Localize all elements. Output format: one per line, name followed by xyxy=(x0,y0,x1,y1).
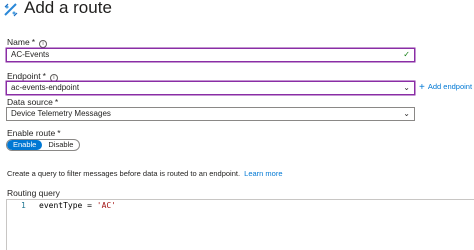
code-text: eventType = 'AC' xyxy=(39,201,116,211)
data-source-label-text: Data source xyxy=(7,97,53,107)
endpoint-label-text: Endpoint xyxy=(7,71,41,81)
enable-route-label-text: Enable route xyxy=(7,128,56,138)
routing-query-editor[interactable]: 1 eventType = 'AC' xyxy=(6,199,474,250)
query-help-text: Create a query to filter messages before… xyxy=(7,169,283,179)
endpoint-select-value: ac-events-endpoint xyxy=(11,83,80,92)
chevron-down-icon: ⌄ xyxy=(403,109,410,118)
required-marker: * xyxy=(54,97,59,107)
line-number: 1 xyxy=(21,201,26,210)
data-source-select-value: Device Telemetry Messages xyxy=(11,109,111,118)
valid-check-icon: ✓ xyxy=(403,50,410,59)
help-text: Create a query to filter messages before… xyxy=(7,169,241,178)
required-marker: * xyxy=(42,71,46,81)
code-key: eventType = xyxy=(39,201,97,210)
name-input[interactable]: AC-Events ✓ xyxy=(6,48,415,62)
page-title: Add a route xyxy=(24,0,112,17)
data-source-label: Data source * xyxy=(7,97,58,107)
plus-icon: + xyxy=(419,82,425,93)
endpoint-select[interactable]: ac-events-endpoint ⌄ xyxy=(6,81,415,95)
name-label: Name * i xyxy=(7,37,47,48)
disable-option[interactable]: Disable xyxy=(42,140,79,150)
info-icon[interactable]: i xyxy=(39,40,47,48)
enable-route-toggle[interactable]: Enable Disable xyxy=(6,139,81,151)
required-marker: * xyxy=(57,128,61,138)
routing-query-label: Routing query xyxy=(7,188,60,198)
required-marker: * xyxy=(31,37,35,47)
name-label-text: Name xyxy=(7,37,30,47)
add-route-panel: Add a route Name * i AC-Events ✓ Endpoint *… xyxy=(0,0,474,250)
enable-option[interactable]: Enable xyxy=(7,140,43,150)
add-endpoint-button[interactable]: + Add endpoint xyxy=(419,82,472,93)
code-string: 'AC' xyxy=(96,201,117,210)
header: Add a route xyxy=(0,0,474,22)
chevron-down-icon: ⌄ xyxy=(403,83,410,92)
enable-route-label: Enable route * xyxy=(7,128,61,138)
learn-more-link[interactable]: Learn more xyxy=(244,169,282,178)
add-endpoint-label: Add endpoint xyxy=(427,82,473,91)
data-source-select[interactable]: Device Telemetry Messages ⌄ xyxy=(6,107,415,121)
name-input-value: AC-Events xyxy=(11,50,50,59)
route-icon xyxy=(4,3,18,17)
